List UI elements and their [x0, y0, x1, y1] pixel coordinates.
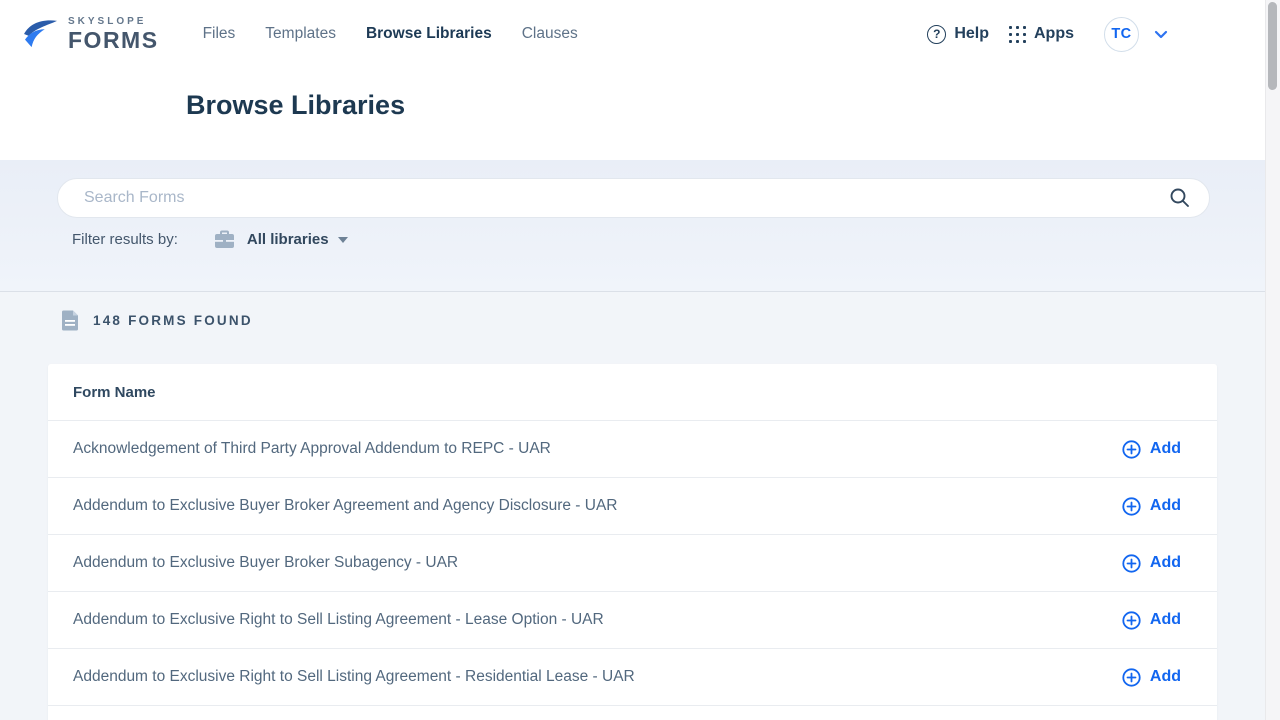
search-icon[interactable]	[1169, 187, 1191, 209]
add-button-label: Add	[1150, 497, 1181, 515]
nav-item[interactable]: Templates	[265, 25, 336, 43]
filter-row: Filter results by: All libraries	[72, 230, 348, 249]
help-button[interactable]: ? Help	[927, 25, 989, 44]
table-row[interactable]: Addendum to Exclusive Buyer Broker Subag…	[48, 534, 1217, 591]
add-button[interactable]: Add	[1122, 440, 1181, 459]
table-row[interactable]: Acknowledgement of Third Party Approval …	[48, 420, 1217, 477]
add-button-label: Add	[1150, 611, 1181, 629]
plus-circle-icon	[1122, 668, 1141, 687]
apps-label: Apps	[1034, 25, 1074, 43]
document-icon	[61, 310, 79, 331]
apps-grid-icon	[1009, 26, 1026, 43]
form-name: Addendum to Exclusive Right to Sell List…	[73, 611, 604, 629]
chevron-down-icon	[1154, 30, 1168, 39]
results-count: 148 FORMS FOUND	[93, 313, 253, 328]
table-row-partial	[48, 705, 1217, 720]
form-name: Addendum to Exclusive Buyer Broker Subag…	[73, 554, 458, 572]
nav-item[interactable]: Browse Libraries	[366, 25, 492, 43]
page-title: Browse Libraries	[186, 90, 405, 121]
table-row[interactable]: Addendum to Exclusive Right to Sell List…	[48, 591, 1217, 648]
add-button[interactable]: Add	[1122, 497, 1181, 516]
logo-text: SKYSLOPE FORMS	[68, 17, 159, 52]
caret-down-icon[interactable]	[338, 237, 348, 243]
page-scrollbar[interactable]	[1265, 0, 1280, 720]
add-button[interactable]: Add	[1122, 668, 1181, 687]
add-button-label: Add	[1150, 440, 1181, 458]
nav-item[interactable]: Files	[203, 25, 236, 43]
help-label: Help	[954, 25, 989, 43]
filter-label: Filter results by:	[72, 231, 178, 248]
nav-item[interactable]: Clauses	[522, 25, 578, 43]
scrollbar-thumb[interactable]	[1268, 2, 1277, 90]
form-name: Acknowledgement of Third Party Approval …	[73, 440, 551, 458]
plus-circle-icon	[1122, 611, 1141, 630]
results-count-row: 148 FORMS FOUND	[61, 310, 253, 331]
main-nav: Files Templates Browse Libraries Clauses	[203, 25, 578, 43]
library-filter-dropdown[interactable]: All libraries	[247, 231, 329, 248]
top-navigation-bar: SKYSLOPE FORMS Files Templates Browse Li…	[0, 0, 1265, 68]
form-name: Addendum to Exclusive Buyer Broker Agree…	[73, 497, 617, 515]
plus-circle-icon	[1122, 440, 1141, 459]
forms-table: Form Name Acknowledgement of Third Party…	[48, 364, 1217, 720]
header-actions: ? Help Apps TC	[927, 17, 1168, 52]
add-button[interactable]: Add	[1122, 554, 1181, 573]
table-row[interactable]: Addendum to Exclusive Buyer Broker Agree…	[48, 477, 1217, 534]
column-header-form-name: Form Name	[73, 384, 156, 401]
logo-swoosh-icon	[22, 18, 60, 50]
apps-button[interactable]: Apps	[1009, 25, 1074, 43]
help-icon: ?	[927, 25, 946, 44]
add-button-label: Add	[1150, 668, 1181, 686]
form-name: Addendum to Exclusive Right to Sell List…	[73, 668, 635, 686]
results-section: 148 FORMS FOUND Form Name Acknowledgemen…	[0, 292, 1265, 720]
table-header: Form Name	[48, 364, 1217, 420]
logo-line1: SKYSLOPE	[68, 17, 159, 27]
user-avatar[interactable]: TC	[1104, 17, 1139, 52]
search-input[interactable]	[84, 189, 1169, 207]
table-row[interactable]: Addendum to Exclusive Right to Sell List…	[48, 648, 1217, 705]
app-window: SKYSLOPE FORMS Files Templates Browse Li…	[0, 0, 1280, 720]
plus-circle-icon	[1122, 497, 1141, 516]
search-section: Filter results by: All libraries	[0, 160, 1265, 292]
logo-line2: FORMS	[68, 29, 159, 52]
header: SKYSLOPE FORMS Files Templates Browse Li…	[0, 0, 1265, 160]
add-button[interactable]: Add	[1122, 611, 1181, 630]
add-button-label: Add	[1150, 554, 1181, 572]
briefcase-icon	[214, 230, 235, 249]
plus-circle-icon	[1122, 554, 1141, 573]
skyslope-forms-logo[interactable]: SKYSLOPE FORMS	[22, 17, 159, 52]
account-menu-toggle[interactable]	[1154, 30, 1168, 39]
search-box	[57, 178, 1210, 218]
